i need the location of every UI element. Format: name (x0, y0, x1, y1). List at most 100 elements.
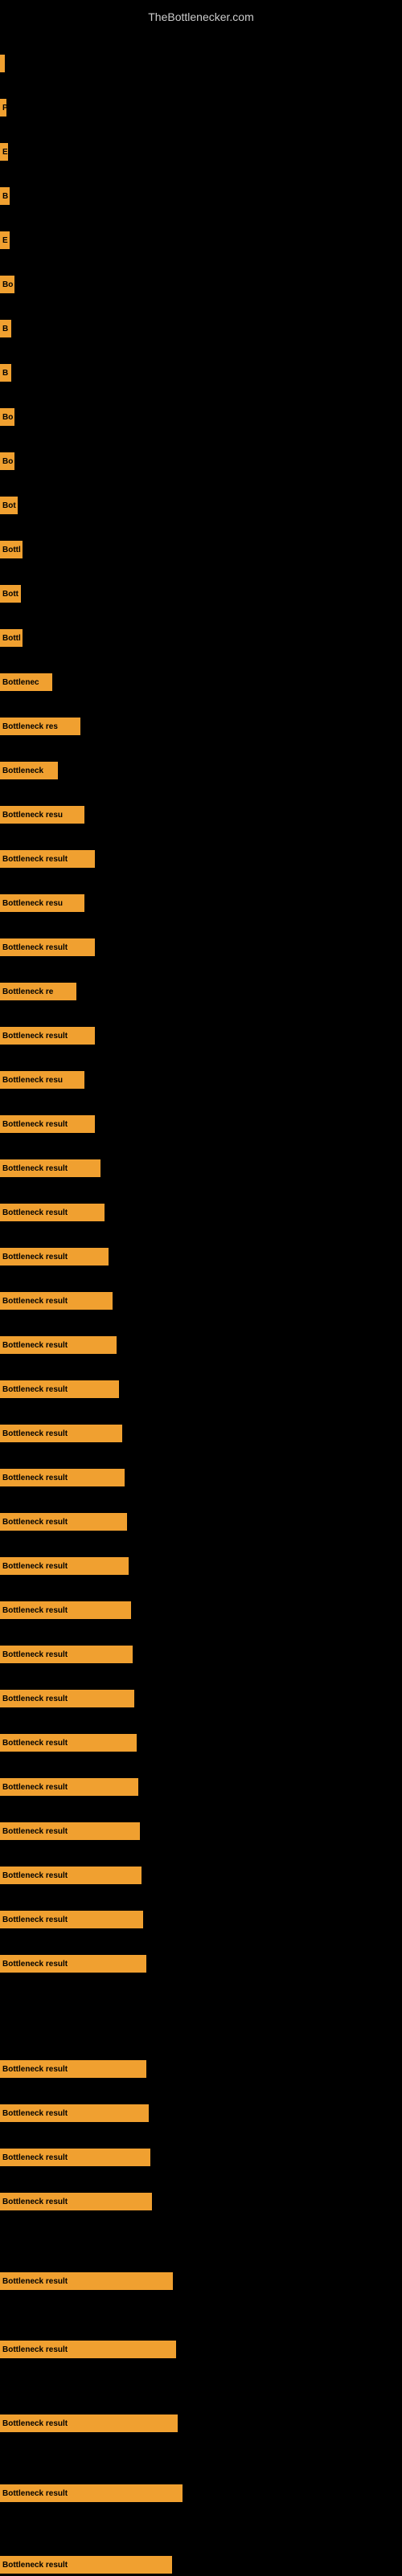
bar-row-51: Bottleneck result (0, 2482, 183, 2504)
bar-label-25: Bottleneck result (0, 1159, 100, 1177)
bar-label-46: Bottleneck result (0, 2149, 150, 2166)
bar-label-5: Bo (0, 276, 14, 293)
bar-label-6: B (0, 320, 11, 337)
bar-row-23: Bottleneck resu (0, 1069, 84, 1091)
bar-row-13: Bottl (0, 627, 23, 649)
bar-row-0 (0, 52, 5, 75)
bar-label-42: Bottleneck result (0, 1911, 143, 1928)
bar-row-48: Bottleneck result (0, 2270, 173, 2292)
bar-row-32: Bottleneck result (0, 1466, 125, 1489)
bar-row-8: Bo (0, 406, 14, 428)
bar-label-51: Bottleneck result (0, 2484, 183, 2502)
bar-row-18: Bottleneck result (0, 848, 95, 870)
bar-label-41: Bottleneck result (0, 1867, 142, 1884)
bar-label-39: Bottleneck result (0, 1778, 138, 1796)
bar-row-26: Bottleneck result (0, 1201, 105, 1224)
bar-label-18: Bottleneck result (0, 850, 95, 868)
bar-row-2: E (0, 141, 8, 163)
bar-row-14: Bottlenec (0, 671, 52, 693)
bar-label-43: Bottleneck result (0, 1955, 146, 1973)
bar-label-22: Bottleneck result (0, 1027, 95, 1045)
bar-row-33: Bottleneck result (0, 1511, 127, 1533)
bar-label-31: Bottleneck result (0, 1425, 122, 1442)
bar-label-36: Bottleneck result (0, 1646, 133, 1663)
bar-row-16: Bottleneck (0, 759, 58, 782)
bar-label-9: Bo (0, 452, 14, 470)
bar-row-36: Bottleneck result (0, 1643, 133, 1666)
bar-row-6: B (0, 317, 11, 340)
bar-label-24: Bottleneck result (0, 1115, 95, 1133)
bar-label-34: Bottleneck result (0, 1557, 129, 1575)
bar-row-35: Bottleneck result (0, 1599, 131, 1621)
bar-row-28: Bottleneck result (0, 1290, 113, 1312)
bar-label-50: Bottleneck result (0, 2414, 178, 2432)
bar-row-38: Bottleneck result (0, 1732, 137, 1754)
bar-row-41: Bottleneck result (0, 1864, 142, 1887)
bar-label-40: Bottleneck result (0, 1822, 140, 1840)
bar-row-15: Bottleneck res (0, 715, 80, 738)
bar-label-21: Bottleneck re (0, 983, 76, 1000)
bar-label-28: Bottleneck result (0, 1292, 113, 1310)
bar-label-10: Bot (0, 497, 18, 514)
bar-row-10: Bot (0, 494, 18, 517)
bar-label-2: E (0, 143, 8, 161)
bar-row-12: Bott (0, 583, 21, 605)
bar-row-29: Bottleneck result (0, 1334, 117, 1356)
bar-label-15: Bottleneck res (0, 718, 80, 735)
bar-label-1: P (0, 99, 6, 117)
bar-label-23: Bottleneck resu (0, 1071, 84, 1089)
bar-row-45: Bottleneck result (0, 2102, 149, 2124)
bar-row-52: Bottleneck result (0, 2554, 172, 2576)
bar-label-26: Bottleneck result (0, 1204, 105, 1221)
bar-row-3: B (0, 185, 10, 207)
bar-row-47: Bottleneck result (0, 2190, 152, 2213)
bar-row-46: Bottleneck result (0, 2146, 150, 2169)
bar-row-24: Bottleneck result (0, 1113, 95, 1135)
bar-label-37: Bottleneck result (0, 1690, 134, 1707)
bar-row-39: Bottleneck result (0, 1776, 138, 1798)
bar-row-50: Bottleneck result (0, 2412, 178, 2435)
bar-label-12: Bott (0, 585, 21, 603)
bar-label-3: B (0, 187, 10, 205)
bar-label-29: Bottleneck result (0, 1336, 117, 1354)
bar-label-44: Bottleneck result (0, 2060, 146, 2078)
bar-row-5: Bo (0, 273, 14, 296)
bar-label-8: Bo (0, 408, 14, 426)
bar-label-13: Bottl (0, 629, 23, 647)
bar-row-34: Bottleneck result (0, 1555, 129, 1577)
bar-label-14: Bottlenec (0, 673, 52, 691)
site-title: TheBottlenecker.com (0, 4, 402, 30)
bar-row-1: P (0, 96, 6, 119)
bar-label-19: Bottleneck resu (0, 894, 84, 912)
bar-row-49: Bottleneck result (0, 2338, 176, 2361)
bar-row-9: Bo (0, 450, 14, 472)
bar-label-48: Bottleneck result (0, 2272, 173, 2290)
bar-label-7: B (0, 364, 11, 382)
bar-row-31: Bottleneck result (0, 1422, 122, 1445)
bar-label-38: Bottleneck result (0, 1734, 137, 1752)
bar-row-40: Bottleneck result (0, 1820, 140, 1842)
bar-row-43: Bottleneck result (0, 1952, 146, 1975)
bar-label-17: Bottleneck resu (0, 806, 84, 824)
bar-row-19: Bottleneck resu (0, 892, 84, 914)
bar-label-49: Bottleneck result (0, 2341, 176, 2358)
bar-label-47: Bottleneck result (0, 2193, 152, 2210)
bar-label-16: Bottleneck (0, 762, 58, 779)
bar-row-27: Bottleneck result (0, 1245, 109, 1268)
bar-label-35: Bottleneck result (0, 1601, 131, 1619)
bar-row-22: Bottleneck result (0, 1024, 95, 1047)
bar-label-33: Bottleneck result (0, 1513, 127, 1531)
bar-label-32: Bottleneck result (0, 1469, 125, 1486)
bar-row-44: Bottleneck result (0, 2058, 146, 2080)
bar-row-17: Bottleneck resu (0, 803, 84, 826)
bar-row-21: Bottleneck re (0, 980, 76, 1003)
bar-row-11: Bottl (0, 538, 23, 561)
bar-label-20: Bottleneck result (0, 938, 95, 956)
bar-row-37: Bottleneck result (0, 1687, 134, 1710)
bar-label-30: Bottleneck result (0, 1380, 119, 1398)
bar-label-45: Bottleneck result (0, 2104, 149, 2122)
bar-row-30: Bottleneck result (0, 1378, 119, 1400)
bar-label-11: Bottl (0, 541, 23, 558)
bar-row-25: Bottleneck result (0, 1157, 100, 1180)
bar-row-4: E (0, 229, 10, 251)
